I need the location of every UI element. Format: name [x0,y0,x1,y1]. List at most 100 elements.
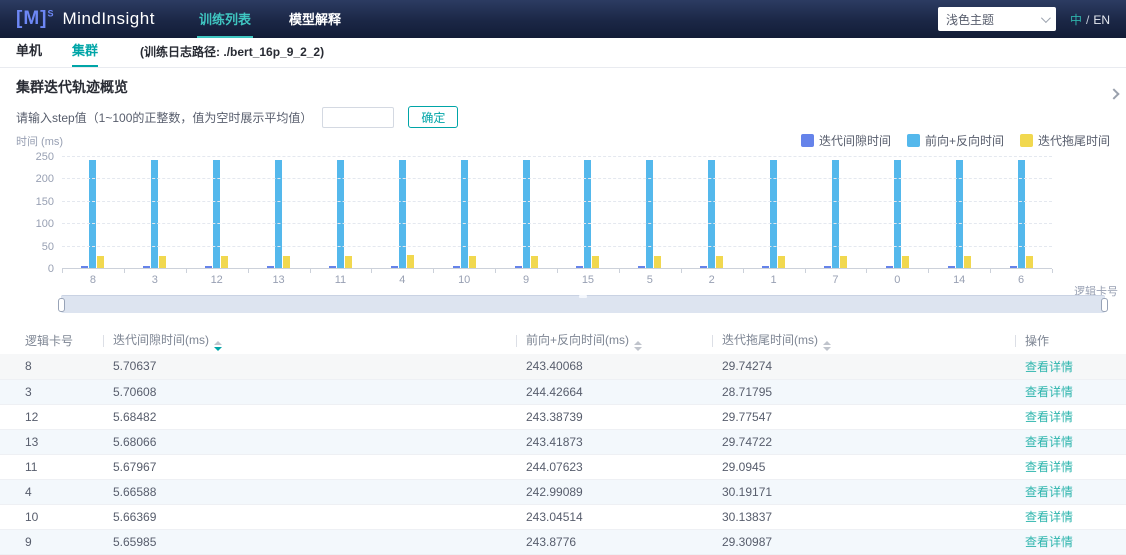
sort-caret-icon[interactable] [634,341,642,351]
table-cell: 8 [0,354,103,379]
app-name: MindInsight [63,9,155,29]
y-tick-label: 0 [18,263,54,275]
bar-group[interactable] [928,157,990,269]
x-tick-mark [433,269,434,273]
confirm-button[interactable]: 确定 [408,106,458,128]
view-details-link[interactable]: 查看详情 [1025,535,1073,549]
theme-select[interactable]: 浅色主题 [938,7,1056,31]
step-input-label: 请输入step值（1~100的正整数，值为空时展示平均值） [16,109,312,126]
bar-group[interactable] [743,157,805,269]
table-cell: 5.70608 [103,379,516,404]
table-cell-action: 查看详情 [1015,429,1126,454]
table-body: 85.70637243.4006829.74274查看详情35.70608244… [0,354,1126,554]
view-details-link[interactable]: 查看详情 [1025,435,1073,449]
chevron-right-icon [1108,88,1119,99]
x-tick-label: 8 [62,274,124,286]
bar [894,160,901,269]
bar [151,160,158,270]
theme-select-value: 浅色主题 [946,11,1041,28]
legend-label: 迭代拖尾时间 [1038,132,1110,149]
table-cell-action: 查看详情 [1015,504,1126,529]
table-cell: 13 [0,429,103,454]
bar-group[interactable] [557,157,619,269]
bar-group[interactable] [433,157,495,269]
lang-zh[interactable]: 中 [1070,13,1082,27]
bar-group[interactable] [310,157,372,269]
table-cell: 4 [0,479,103,504]
table-cell: 5.70637 [103,354,516,379]
view-details-link[interactable]: 查看详情 [1025,360,1073,374]
slider-handle-left[interactable] [58,298,65,312]
gridline [62,223,1052,224]
table-cell: 29.77547 [712,404,1015,429]
tab-training-list[interactable]: 训练列表 [197,0,253,38]
table-cell-action: 查看详情 [1015,354,1126,379]
legend-item[interactable]: 前向+反向时间 [907,132,1004,149]
gridline [62,178,1052,179]
column-header[interactable]: 迭代拖尾时间(ms) [712,327,1015,354]
table-cell: 30.13837 [712,504,1015,529]
bar-group[interactable] [62,157,124,269]
table-cell: 30.19171 [712,479,1015,504]
sort-caret-icon[interactable] [823,341,831,351]
column-header: 操作 [1015,327,1126,354]
data-zoom-slider[interactable] [61,295,1105,313]
step-input[interactable] [322,107,394,128]
column-header-label: 操作 [1025,334,1049,348]
bar-group[interactable] [186,157,248,269]
bar [770,160,777,269]
view-details-link[interactable]: 查看详情 [1025,410,1073,424]
x-tick-label: 11 [310,274,372,286]
x-tick-mark [495,269,496,273]
table-cell-action: 查看详情 [1015,454,1126,479]
bar-group[interactable] [124,157,186,269]
table-cell: 11 [0,454,103,479]
app-logo: [M]S MindInsight [16,0,155,38]
sort-caret-icon[interactable] [214,341,222,351]
bar [1018,160,1025,269]
bar-group[interactable] [805,157,867,269]
view-details-link[interactable]: 查看详情 [1025,385,1073,399]
tab-cluster[interactable]: 集群 [72,40,98,67]
bar [523,160,530,269]
collapse-panel-arrow[interactable] [1106,87,1122,103]
table-cell: 242.99089 [516,479,712,504]
slider-handle-right[interactable] [1101,298,1108,312]
bar-groups [62,157,1052,269]
legend-swatch [1020,134,1033,147]
bar-group[interactable] [990,157,1052,269]
lang-en[interactable]: EN [1093,13,1110,27]
table-cell: 5.67967 [103,454,516,479]
legend-item[interactable]: 迭代拖尾时间 [1020,132,1110,149]
y-tick-label: 50 [18,241,54,253]
legend-item[interactable]: 迭代间隙时间 [801,132,891,149]
legend-swatch [801,134,814,147]
x-tick-label: 15 [557,274,619,286]
bar [337,160,344,269]
column-header[interactable]: 迭代间隙时间(ms) [103,327,516,354]
app-header: [M]S MindInsight 训练列表 模型解释 浅色主题 中/EN [0,0,1126,38]
table-cell: 5.68066 [103,429,516,454]
table-cell: 29.0945 [712,454,1015,479]
view-details-link[interactable]: 查看详情 [1025,485,1073,499]
x-tick-mark [310,269,311,273]
bar-group[interactable] [619,157,681,269]
gridline [62,156,1052,157]
tab-model-explanation[interactable]: 模型解释 [287,0,343,38]
column-header[interactable]: 前向+反向时间(ms) [516,327,712,354]
view-details-link[interactable]: 查看详情 [1025,510,1073,524]
bar-group[interactable] [248,157,310,269]
bar-group[interactable] [866,157,928,269]
x-tick-mark [681,269,682,273]
table-row: 45.66588242.9908930.19171查看详情 [0,479,1126,504]
bar [646,160,653,269]
bar [716,256,723,269]
slider-indicator [579,295,587,298]
bar-group[interactable] [371,157,433,269]
view-details-link[interactable]: 查看详情 [1025,460,1073,474]
bar-group[interactable] [681,157,743,269]
x-tick-mark [866,269,867,273]
cluster-chart: 时间 (ms) 迭代间隙时间前向+反向时间迭代拖尾时间 050100150200… [0,132,1126,313]
bar-group[interactable] [495,157,557,269]
tab-single-machine[interactable]: 单机 [16,40,42,67]
